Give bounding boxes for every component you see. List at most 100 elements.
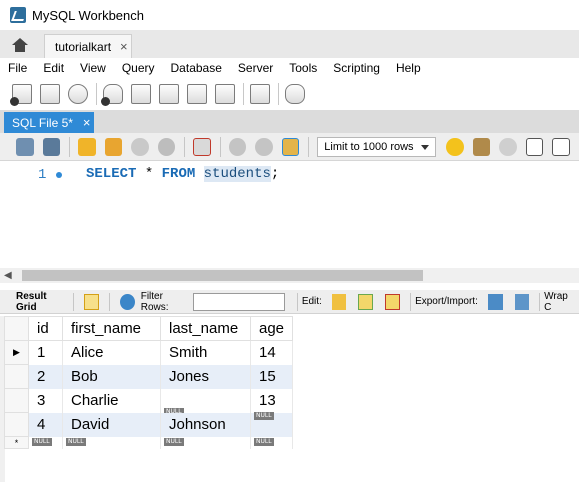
column-header-last-name[interactable]: last_name (160, 316, 251, 341)
new-row[interactable]: * NULL NULL NULL NULL (4, 436, 294, 449)
cell-age[interactable]: 13 (249, 388, 294, 413)
table-row[interactable]: 4 David Johnson NULL (4, 411, 294, 437)
new-row-marker: * (4, 436, 29, 449)
insert-row-icon[interactable] (358, 293, 374, 310)
keyword-from: FROM (161, 166, 196, 182)
reconnect-icon[interactable] (285, 84, 305, 104)
create-procedure-icon[interactable] (187, 84, 207, 104)
cell-age[interactable]: 15 (249, 364, 294, 389)
execute-icon[interactable] (78, 137, 96, 156)
sql-editor[interactable]: 1 SELECT * FROM students; (0, 161, 579, 268)
grid-view-icon[interactable] (84, 293, 100, 310)
table-row[interactable]: 3 Charlie NULL 13 (4, 388, 294, 416)
add-snippet-icon[interactable] (446, 137, 464, 156)
import-icon[interactable] (514, 293, 530, 310)
menu-bar: File Edit View Query Database Server Too… (0, 58, 579, 78)
create-function-icon[interactable] (215, 84, 235, 104)
open-sql-script-icon[interactable] (40, 84, 60, 104)
connection-tab[interactable]: tutorialkart × (44, 34, 132, 58)
editor-horizontal-scrollbar[interactable]: ◀ (0, 268, 579, 283)
cell-first-name[interactable]: Alice (62, 340, 161, 365)
commit-icon[interactable] (228, 137, 247, 156)
row-marker (4, 388, 29, 413)
cell-id[interactable]: 4 (28, 412, 63, 437)
wrap-cell-label[interactable]: Wrap C (544, 291, 575, 313)
table-row[interactable]: 2 Bob Jones 15 (4, 364, 294, 389)
cell-first-name[interactable]: Charlie (62, 388, 161, 413)
scroll-left-icon[interactable]: ◀ (4, 270, 12, 281)
new-cell-first-name[interactable]: NULL (62, 436, 161, 449)
menu-scripting[interactable]: Scripting (325, 61, 388, 75)
refresh-icon[interactable] (120, 293, 135, 310)
find-icon[interactable] (499, 137, 517, 156)
result-table[interactable]: id first_name last_name age ▶ 1 Alice Sm… (4, 316, 294, 449)
create-table-icon[interactable] (131, 84, 151, 104)
stop-icon[interactable] (157, 137, 176, 156)
sql-statement[interactable]: SELECT * FROM students; (86, 166, 279, 182)
toolbar-separator (96, 83, 97, 105)
null-badge: NULL (66, 437, 86, 446)
wrap-lines-icon[interactable] (552, 137, 571, 156)
execute-current-icon[interactable] (104, 137, 123, 156)
toggle-error-icon[interactable] (193, 137, 211, 156)
cell-first-name[interactable]: David (62, 412, 161, 437)
filter-rows-input[interactable] (193, 292, 285, 311)
connection-tab-label: tutorialkart (55, 39, 112, 54)
menu-server[interactable]: Server (230, 61, 281, 75)
open-file-icon[interactable] (16, 137, 34, 156)
delete-row-icon[interactable] (385, 293, 401, 310)
close-icon[interactable]: × (120, 39, 128, 54)
save-icon[interactable] (42, 137, 61, 156)
create-schema-icon[interactable] (101, 84, 123, 106)
toolbar-separator (109, 292, 111, 311)
sql-file-tab[interactable]: SQL File 5* × (4, 112, 94, 133)
menu-database[interactable]: Database (163, 61, 230, 75)
menu-file[interactable]: File (0, 61, 35, 75)
create-view-icon[interactable] (159, 84, 179, 104)
close-icon[interactable]: × (83, 115, 91, 130)
cell-last-name[interactable]: Smith (160, 340, 251, 365)
null-badge: NULL (32, 437, 52, 446)
cell-age[interactable]: 14 (249, 340, 294, 365)
object-inspector-icon[interactable] (68, 84, 88, 104)
rollback-icon[interactable] (255, 137, 273, 156)
menu-view[interactable]: View (72, 61, 114, 75)
table-identifier: students (203, 166, 271, 182)
cell-id[interactable]: 2 (28, 364, 63, 389)
cell-last-name[interactable]: Johnson (160, 412, 251, 437)
new-cell-age[interactable]: NULL (249, 436, 294, 449)
autocommit-icon[interactable] (281, 137, 300, 156)
cell-first-name[interactable]: Bob (62, 364, 161, 389)
menu-edit[interactable]: Edit (35, 61, 72, 75)
export-icon[interactable] (487, 293, 503, 310)
toolbar-separator (296, 292, 298, 311)
edit-row-icon[interactable] (331, 293, 347, 310)
menu-help[interactable]: Help (388, 61, 429, 75)
new-sql-tab-icon[interactable] (10, 84, 32, 106)
semicolon-token: ; (270, 166, 280, 182)
table-row[interactable]: ▶ 1 Alice Smith 14 (4, 340, 294, 365)
new-cell-id[interactable]: NULL (28, 436, 63, 449)
column-header-id[interactable]: id (28, 316, 63, 341)
invisible-chars-icon[interactable] (525, 137, 544, 156)
menu-tools[interactable]: Tools (281, 61, 325, 75)
current-row-marker-icon: ▶ (4, 340, 29, 365)
cell-id[interactable]: 3 (28, 388, 63, 413)
search-table-data-icon[interactable] (250, 84, 270, 104)
explain-icon[interactable] (131, 137, 149, 156)
cell-age-null[interactable]: NULL (249, 411, 294, 437)
menu-query[interactable]: Query (114, 61, 163, 75)
scrollbar-thumb[interactable] (22, 270, 423, 281)
column-header-age[interactable]: age (249, 316, 294, 341)
result-grid[interactable]: id first_name last_name age ▶ 1 Alice Sm… (4, 316, 294, 449)
cell-id[interactable]: 1 (28, 340, 63, 365)
cell-last-name[interactable]: Jones (160, 364, 251, 389)
result-grid-label[interactable]: Result Grid (16, 291, 65, 313)
column-header-first-name[interactable]: first_name (62, 316, 161, 341)
new-cell-last-name[interactable]: NULL (160, 436, 251, 449)
home-tab[interactable] (6, 34, 34, 56)
statement-marker-icon (56, 172, 62, 178)
limit-rows-select[interactable]: Limit to 1000 rows (317, 136, 437, 157)
beautify-icon[interactable] (472, 137, 491, 156)
cell-last-name-null[interactable]: NULL (160, 388, 251, 416)
